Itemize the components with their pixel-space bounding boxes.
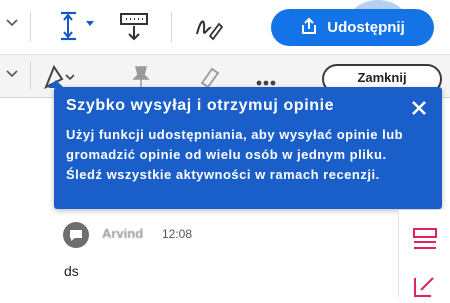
share-button-label: Udostępnij [327, 19, 405, 36]
share-upload-icon [300, 17, 318, 39]
coachmark-body: Użyj funkcji udostępniania, aby wysyłać … [66, 127, 404, 182]
close-icon[interactable] [409, 98, 429, 118]
comment-author: Arvind [102, 226, 144, 241]
organize-icon[interactable] [411, 226, 439, 259]
sign-icon[interactable] [193, 12, 224, 47]
toolbar-divider [30, 12, 31, 42]
top-toolbar: Udostępnij [0, 0, 450, 54]
comment-text: ds [64, 263, 79, 279]
close-review-label: Zamknij [357, 70, 407, 85]
dropdown-caret-icon[interactable] [6, 67, 18, 85]
fit-page-icon[interactable] [58, 9, 100, 48]
toolbar-divider [30, 61, 31, 89]
toolbar-divider [171, 12, 172, 42]
coachmark-popover: Szybko wysyłaj i otrzymuj opinie Użyj fu… [54, 87, 442, 209]
coachmark-title: Szybko wysyłaj i otrzymuj opinie [66, 97, 335, 114]
download-icon[interactable] [119, 12, 149, 47]
right-tool-rail [398, 210, 450, 297]
comment-timestamp: 12:08 [162, 227, 193, 241]
share-button[interactable]: Udostępnij [271, 9, 434, 46]
edit-icon[interactable] [411, 274, 439, 303]
comment-bubble-icon [63, 222, 89, 248]
dropdown-caret-icon[interactable] [6, 16, 18, 34]
